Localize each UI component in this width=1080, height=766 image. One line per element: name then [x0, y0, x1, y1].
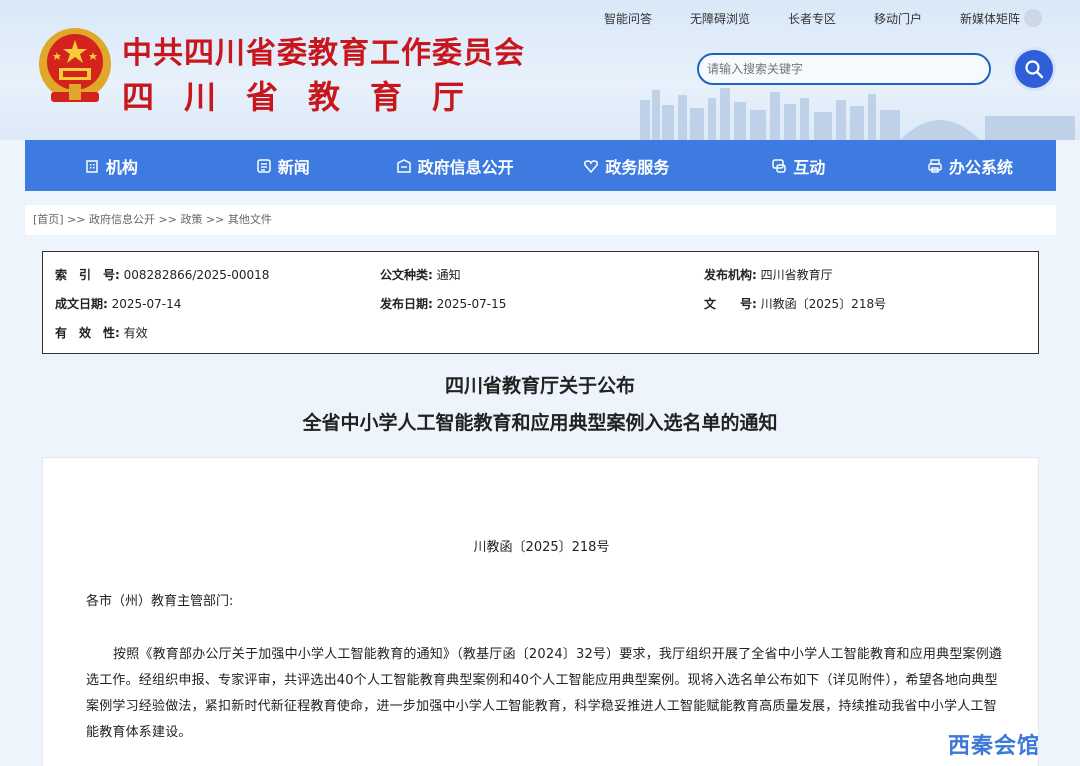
media-matrix-icon	[1024, 8, 1043, 27]
meta-label: 有 效 性:	[55, 326, 120, 340]
meta-label: 发布机构:	[704, 268, 757, 282]
meta-label: 发布日期:	[380, 297, 433, 311]
breadcrumb-separator: >>	[63, 213, 90, 226]
meta-valid-value: 有效	[123, 326, 148, 340]
meta-date-value: 2025-07-14	[111, 297, 182, 311]
link-new-media-label: 新媒体矩阵	[960, 12, 1021, 26]
document-title-line1: 四川省教育厅关于公布	[444, 375, 635, 397]
nav-item-gov-info[interactable]: 政府信息公开	[369, 140, 541, 191]
service-icon	[584, 159, 599, 173]
meta-label: 公文种类:	[380, 268, 433, 282]
link-new-media[interactable]: 新媒体矩阵	[960, 8, 1043, 29]
nav-label: 办公系统	[949, 157, 1014, 177]
meta-index-value: 008282866/2025-00018	[123, 268, 270, 282]
breadcrumb-home[interactable]: [首页]	[33, 213, 64, 226]
building-icon	[86, 159, 98, 173]
search-input[interactable]	[697, 53, 991, 85]
breadcrumb-separator: >>	[202, 213, 228, 226]
meta-label: 索 引 号:	[55, 268, 120, 282]
meta-org-value: 四川省教育厅	[760, 268, 833, 282]
meta-label: 成文日期:	[55, 297, 108, 311]
link-accessibility[interactable]: 无障碍浏览	[690, 10, 788, 29]
search-icon	[1025, 60, 1044, 79]
nav-label: 互动	[793, 157, 826, 177]
site-title-primary: 中共四川省委教育工作委员会	[122, 36, 525, 71]
nav-label: 政府信息公开	[417, 157, 514, 177]
search-button[interactable]	[1015, 50, 1053, 88]
link-mobile-portal[interactable]: 移动门户	[874, 10, 960, 29]
breadcrumb-item[interactable]: 其他文件	[228, 213, 272, 226]
breadcrumb-separator: >>	[155, 213, 181, 226]
breadcrumb: [首页] >> 政府信息公开 >> 政策 >> 其他文件	[25, 205, 1056, 235]
news-icon	[256, 158, 271, 173]
top-links: 智能问答 无障碍浏览 长者专区 移动门户 新媒体矩阵	[604, 8, 1043, 29]
national-emblem-icon	[39, 28, 111, 102]
meta-type-value: 通知	[436, 268, 461, 282]
nav-item-gov-service[interactable]: 政务服务	[540, 140, 712, 191]
link-smart-qa[interactable]: 智能问答	[604, 10, 690, 29]
main-nav: 机构 新闻 政府信息公开 政务服务 互动 办公系统	[25, 140, 1056, 191]
document-meta-box: 索 引 号: 008282866/2025-00018 公文种类: 通知 发布机…	[42, 251, 1039, 354]
document-addressee: 各市（州）教育主管部门:	[86, 594, 234, 609]
nav-label: 机构	[105, 157, 138, 177]
document-body: 川教函〔2025〕218号 各市（州）教育主管部门: 按照《教育部办公厅关于加强…	[42, 457, 1039, 766]
document-paragraph: 按照《教育部办公厅关于加强中小学人工智能教育的通知》（教基厅函〔2024〕32号…	[86, 647, 1003, 740]
nav-label: 政务服务	[605, 157, 670, 177]
breadcrumb-item[interactable]: 政策	[180, 213, 202, 226]
meta-pub-value: 2025-07-15	[436, 297, 507, 311]
info-icon	[396, 158, 411, 173]
nav-item-institution[interactable]: 机构	[25, 140, 197, 191]
nav-item-office-system[interactable]: 办公系统	[884, 140, 1056, 191]
chat-icon	[772, 158, 786, 173]
site-header: 中共四川省委教育工作委员会 四川省教育厅 智能问答 无障碍浏览 长者专区 移动门…	[0, 0, 1080, 140]
document-number: 川教函〔2025〕218号	[473, 540, 610, 555]
site-title-secondary: 四川省教育厅	[122, 78, 495, 116]
meta-docno-value: 川教函〔2025〕218号	[760, 297, 887, 311]
nav-item-news[interactable]: 新闻	[197, 140, 369, 191]
breadcrumb-item[interactable]: 政府信息公开	[89, 213, 155, 226]
meta-label: 文 号:	[704, 297, 757, 311]
link-elderly-zone[interactable]: 长者专区	[788, 10, 874, 29]
nav-label: 新闻	[277, 157, 310, 177]
printer-icon	[928, 158, 942, 173]
nav-item-interaction[interactable]: 互动	[712, 140, 884, 191]
city-skyline-illustration	[640, 88, 1075, 140]
document-title-line2: 全省中小学人工智能教育和应用典型案例入选名单的通知	[302, 412, 778, 434]
watermark-logo: 西秦会馆	[948, 734, 1041, 759]
